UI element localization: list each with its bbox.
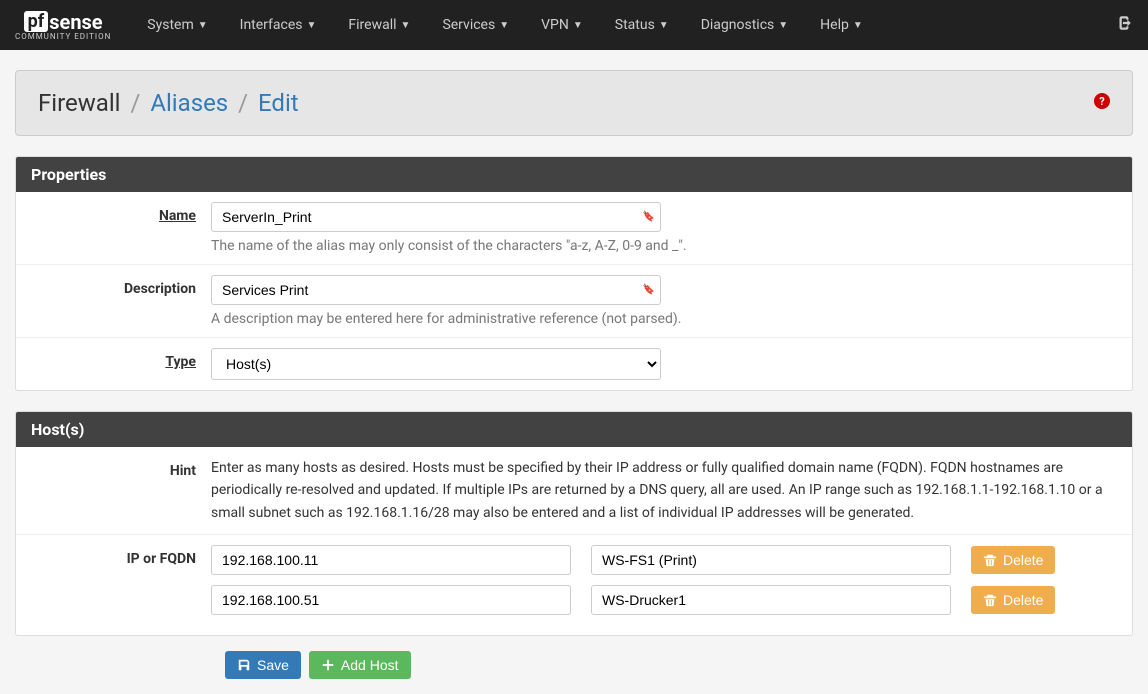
plus-icon bbox=[321, 658, 335, 672]
nav-items: System▼ Interfaces▼ Firewall▼ Services▼ … bbox=[131, 2, 1115, 48]
svg-text:?: ? bbox=[1099, 95, 1105, 108]
breadcrumb-sep: / bbox=[130, 89, 140, 117]
host-ip-input[interactable] bbox=[211, 585, 571, 615]
name-input[interactable] bbox=[211, 202, 661, 232]
label-type: Type bbox=[165, 354, 196, 370]
top-navbar: pfsense COMMUNITY EDITION System▼ Interf… bbox=[0, 0, 1148, 50]
description-input[interactable] bbox=[211, 275, 661, 305]
trash-icon bbox=[983, 593, 997, 607]
nav-status[interactable]: Status▼ bbox=[599, 2, 685, 48]
form-group-hosts: IP or FQDN Delete bbox=[16, 535, 1132, 635]
nav-diagnostics[interactable]: Diagnostics▼ bbox=[685, 2, 804, 48]
form-group-type: Type Host(s) bbox=[16, 338, 1132, 390]
caret-down-icon: ▼ bbox=[198, 20, 208, 31]
nav-interfaces[interactable]: Interfaces▼ bbox=[224, 2, 333, 48]
breadcrumb-aliases[interactable]: Aliases bbox=[150, 89, 228, 117]
properties-heading: Properties bbox=[16, 157, 1132, 192]
caret-down-icon: ▼ bbox=[307, 20, 317, 31]
label-hint: Hint bbox=[170, 463, 196, 479]
breadcrumb-panel: Firewall / Aliases / Edit ? bbox=[15, 70, 1133, 136]
caret-down-icon: ▼ bbox=[659, 20, 669, 31]
help-description: A description may be entered here for ad… bbox=[211, 311, 1117, 327]
caret-down-icon: ▼ bbox=[573, 20, 583, 31]
caret-down-icon: ▼ bbox=[778, 20, 788, 31]
breadcrumb-edit[interactable]: Edit bbox=[258, 89, 299, 117]
host-row: Delete bbox=[211, 585, 1117, 615]
lastpass-icon: 🔖 bbox=[643, 285, 655, 296]
breadcrumb: Firewall / Aliases / Edit bbox=[38, 89, 299, 117]
hosts-panel: Host(s) Hint Enter as many hosts as desi… bbox=[15, 411, 1133, 636]
nav-services[interactable]: Services▼ bbox=[426, 2, 525, 48]
delete-button[interactable]: Delete bbox=[971, 586, 1055, 614]
label-ipfqdn: IP or FQDN bbox=[127, 551, 196, 567]
logo-sense: sense bbox=[49, 10, 102, 34]
host-row: Delete bbox=[211, 545, 1117, 575]
action-buttons: Save Add Host bbox=[15, 636, 1133, 694]
save-button[interactable]: Save bbox=[225, 651, 301, 679]
hosts-heading: Host(s) bbox=[16, 412, 1132, 447]
caret-down-icon: ▼ bbox=[499, 20, 509, 31]
nav-firewall[interactable]: Firewall▼ bbox=[332, 2, 426, 48]
caret-down-icon: ▼ bbox=[401, 20, 411, 31]
logo-edition: COMMUNITY EDITION bbox=[15, 32, 111, 41]
host-desc-input[interactable] bbox=[591, 545, 951, 575]
form-group-name: Name 🔖 The name of the alias may only co… bbox=[16, 192, 1132, 265]
label-description: Description bbox=[124, 281, 196, 297]
logo-pf: pf bbox=[24, 11, 49, 32]
save-icon bbox=[237, 658, 251, 672]
breadcrumb-firewall: Firewall bbox=[38, 89, 121, 117]
host-ip-input[interactable] bbox=[211, 545, 571, 575]
nav-system[interactable]: System▼ bbox=[131, 2, 223, 48]
logout-icon[interactable] bbox=[1115, 14, 1133, 37]
host-desc-input[interactable] bbox=[591, 585, 951, 615]
form-group-description: Description 🔖 A description may be enter… bbox=[16, 265, 1132, 338]
nav-vpn[interactable]: VPN▼ bbox=[525, 2, 599, 48]
properties-panel: Properties Name 🔖 The name of the alias … bbox=[15, 156, 1133, 391]
logo[interactable]: pfsense COMMUNITY EDITION bbox=[15, 10, 111, 41]
help-icon[interactable]: ? bbox=[1094, 93, 1110, 113]
label-name: Name bbox=[159, 208, 196, 224]
type-select[interactable]: Host(s) bbox=[211, 348, 661, 380]
help-name: The name of the alias may only consist o… bbox=[211, 238, 1117, 254]
trash-icon bbox=[983, 553, 997, 567]
breadcrumb-sep: / bbox=[238, 89, 248, 117]
delete-button[interactable]: Delete bbox=[971, 546, 1055, 574]
form-group-hint: Hint Enter as many hosts as desired. Hos… bbox=[16, 447, 1132, 535]
add-host-button[interactable]: Add Host bbox=[309, 651, 411, 679]
nav-help[interactable]: Help▼ bbox=[804, 2, 879, 48]
hint-text: Enter as many hosts as desired. Hosts mu… bbox=[211, 457, 1117, 524]
lastpass-icon: 🔖 bbox=[643, 212, 655, 223]
caret-down-icon: ▼ bbox=[853, 20, 863, 31]
